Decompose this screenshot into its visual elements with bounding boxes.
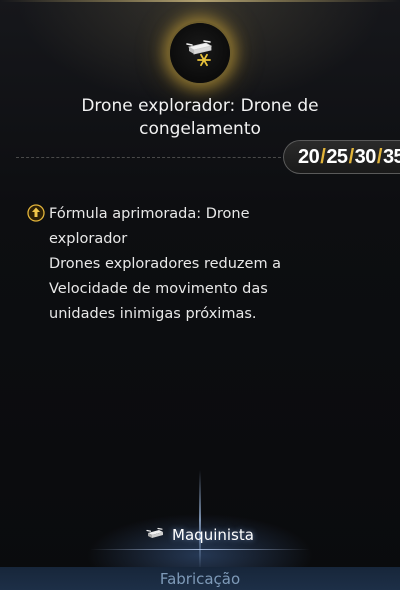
class-glow-horizontal bbox=[90, 549, 310, 550]
level-requirements-badge: 20/25/30/35 bbox=[283, 140, 400, 174]
frost-drone-icon bbox=[186, 40, 213, 67]
skill-tooltip: Drone explorador: Drone de congelamento … bbox=[0, 0, 400, 590]
class-glow-vertical bbox=[199, 470, 201, 570]
description-line: Fórmula aprimorada: Drone bbox=[49, 206, 250, 222]
drone-icon bbox=[146, 527, 164, 538]
level-value: 35 bbox=[382, 145, 400, 168]
upgrade-arrow-icon bbox=[27, 204, 45, 222]
class-indicator: Maquinista bbox=[0, 526, 400, 544]
skill-title-line1: Drone explorador: Drone de bbox=[81, 96, 319, 116]
top-glow-line bbox=[0, 0, 400, 2]
skill-icon-frame bbox=[170, 23, 230, 83]
skill-title-line2: congelamento bbox=[139, 119, 261, 139]
skill-description: Fórmula aprimorada: Drone explorador Dro… bbox=[49, 202, 379, 327]
title-divider bbox=[16, 157, 286, 158]
skill-title: Drone explorador: Drone de congelamento bbox=[30, 95, 370, 141]
level-value: 20 bbox=[298, 145, 320, 168]
level-value: 30 bbox=[354, 145, 377, 168]
tab-label: Fabricação bbox=[159, 570, 241, 588]
tab-fabricacao[interactable]: Fabricação bbox=[0, 567, 400, 590]
description-line: Drones exploradores reduzem a bbox=[49, 256, 282, 272]
description-line: Velocidade de movimento das bbox=[49, 281, 268, 297]
description-line: unidades inimigas próximas. bbox=[49, 306, 257, 322]
level-value: 25 bbox=[326, 145, 348, 168]
class-label: Maquinista bbox=[172, 526, 254, 544]
description-line: explorador bbox=[49, 231, 128, 247]
